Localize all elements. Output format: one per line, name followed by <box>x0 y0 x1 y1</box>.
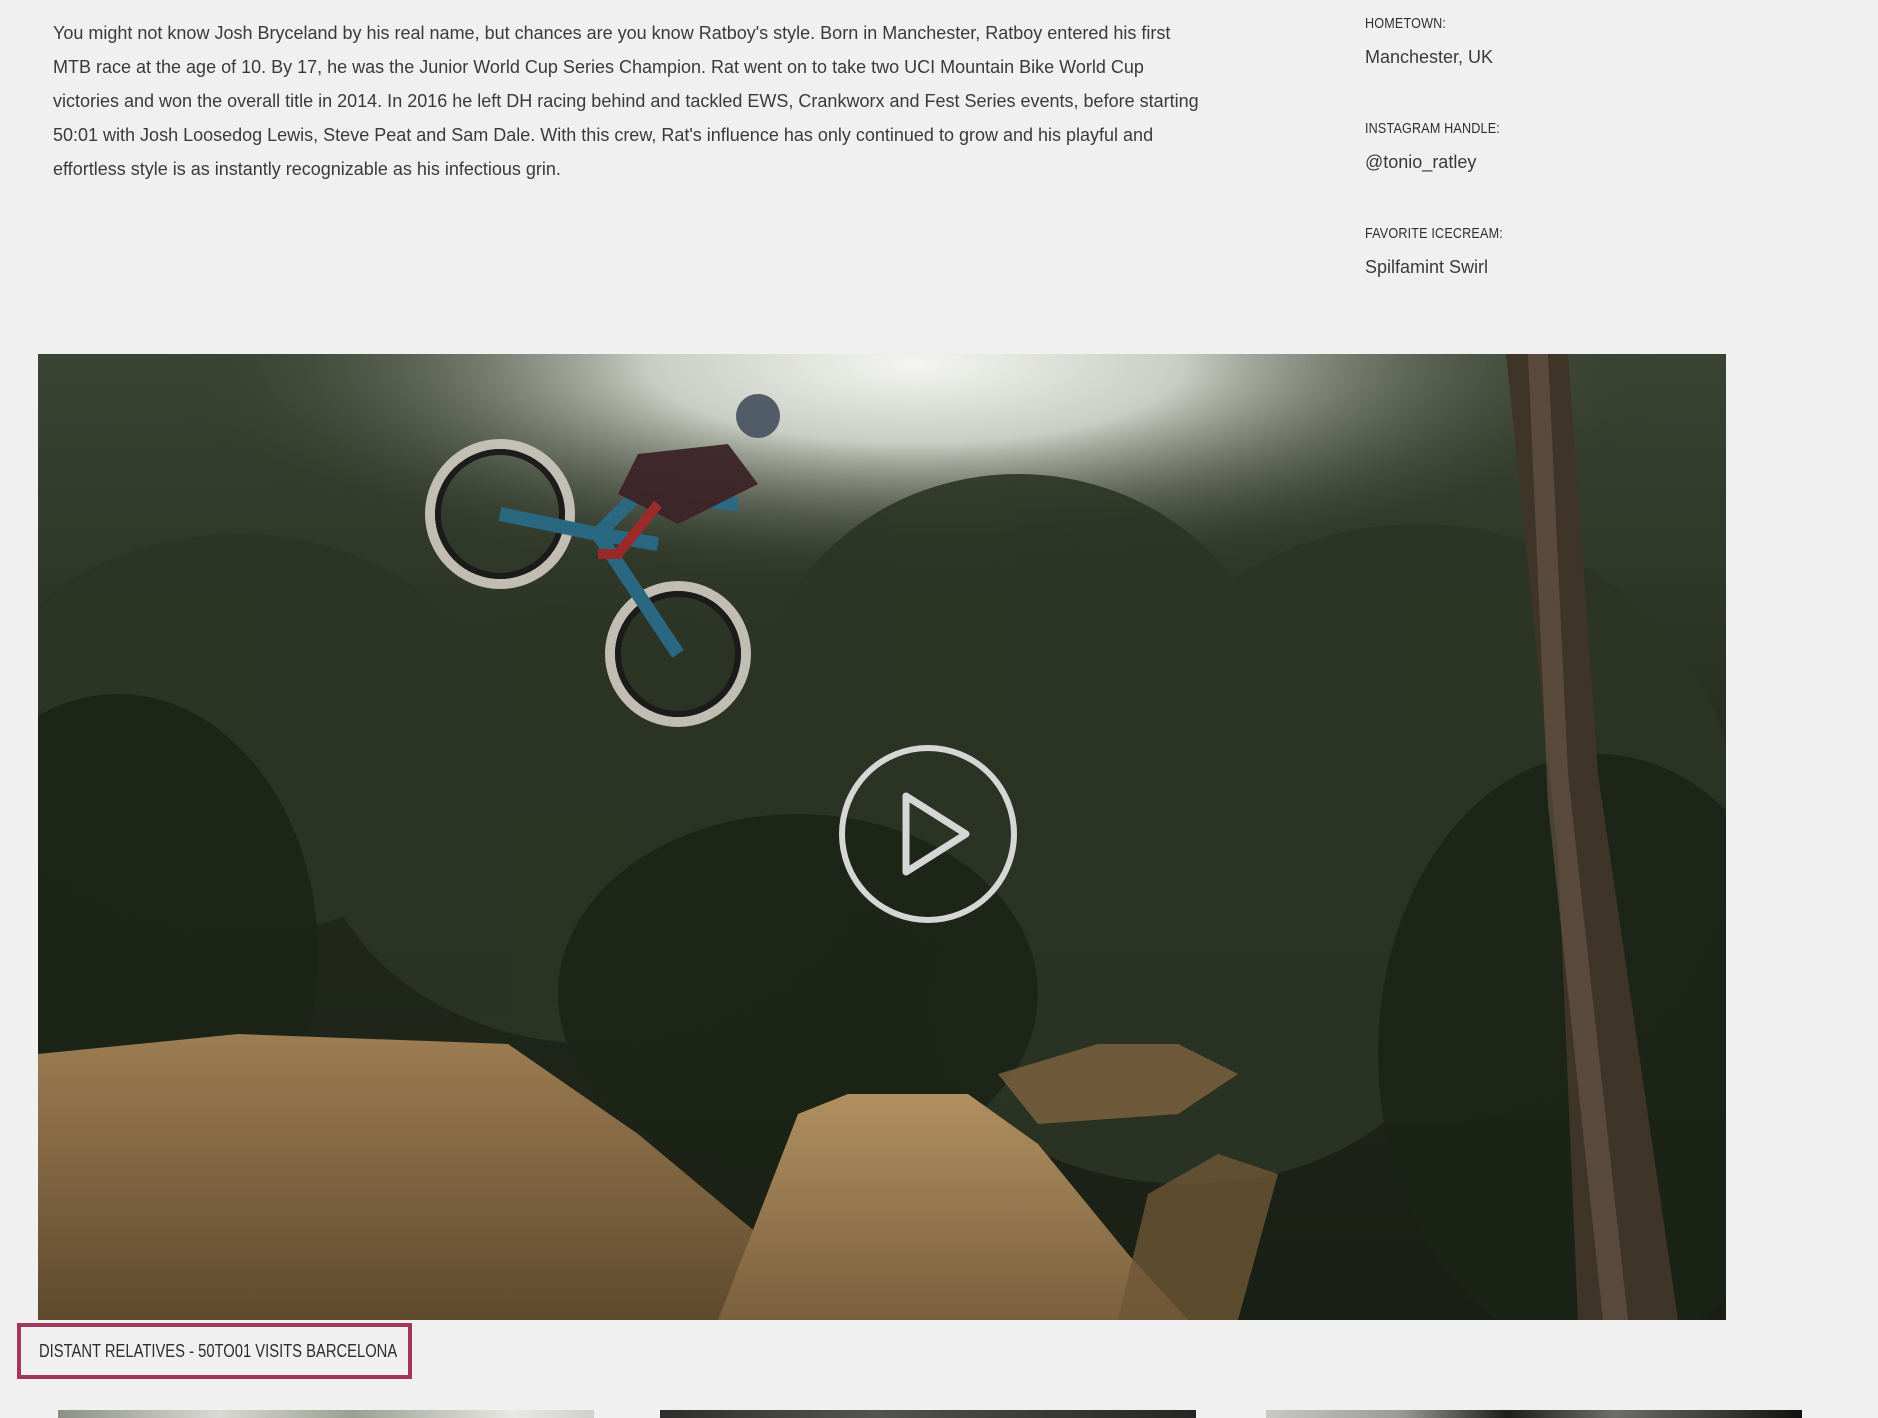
fact-hometown: HOMETOWN: Manchester, UK <box>1365 12 1785 117</box>
fact-icecream: FAVORITE ICECREAM: Spilfamint Swirl <box>1365 222 1785 327</box>
hometown-label: HOMETOWN: <box>1365 15 1447 32</box>
fact-instagram: INSTAGRAM HANDLE: @tonio_ratley <box>1365 117 1785 222</box>
related-thumbnail-3[interactable] <box>1266 1410 1802 1418</box>
instagram-label: INSTAGRAM HANDLE: <box>1365 120 1500 137</box>
video-caption-text: DISTANT RELATIVES - 50TO01 VISITS BARCEL… <box>39 1340 398 1361</box>
hometown-value: Manchester, UK <box>1365 47 1494 67</box>
play-circle-icon[interactable] <box>838 744 1018 924</box>
instagram-handle-link[interactable]: @tonio_ratley <box>1365 149 1785 175</box>
icecream-value: Spilfamint Swirl <box>1365 257 1489 277</box>
rider-bio: You might not know Josh Bryceland by his… <box>53 23 1199 179</box>
rider-facts: HOMETOWN: Manchester, UK INSTAGRAM HANDL… <box>1365 12 1785 327</box>
video-caption[interactable]: DISTANT RELATIVES - 50TO01 VISITS BARCEL… <box>17 1323 412 1379</box>
icecream-label: FAVORITE ICECREAM: <box>1365 225 1503 242</box>
related-thumbnail-1[interactable] <box>58 1410 594 1418</box>
video-player[interactable] <box>38 354 1726 1320</box>
related-thumbnail-2[interactable] <box>660 1410 1196 1418</box>
